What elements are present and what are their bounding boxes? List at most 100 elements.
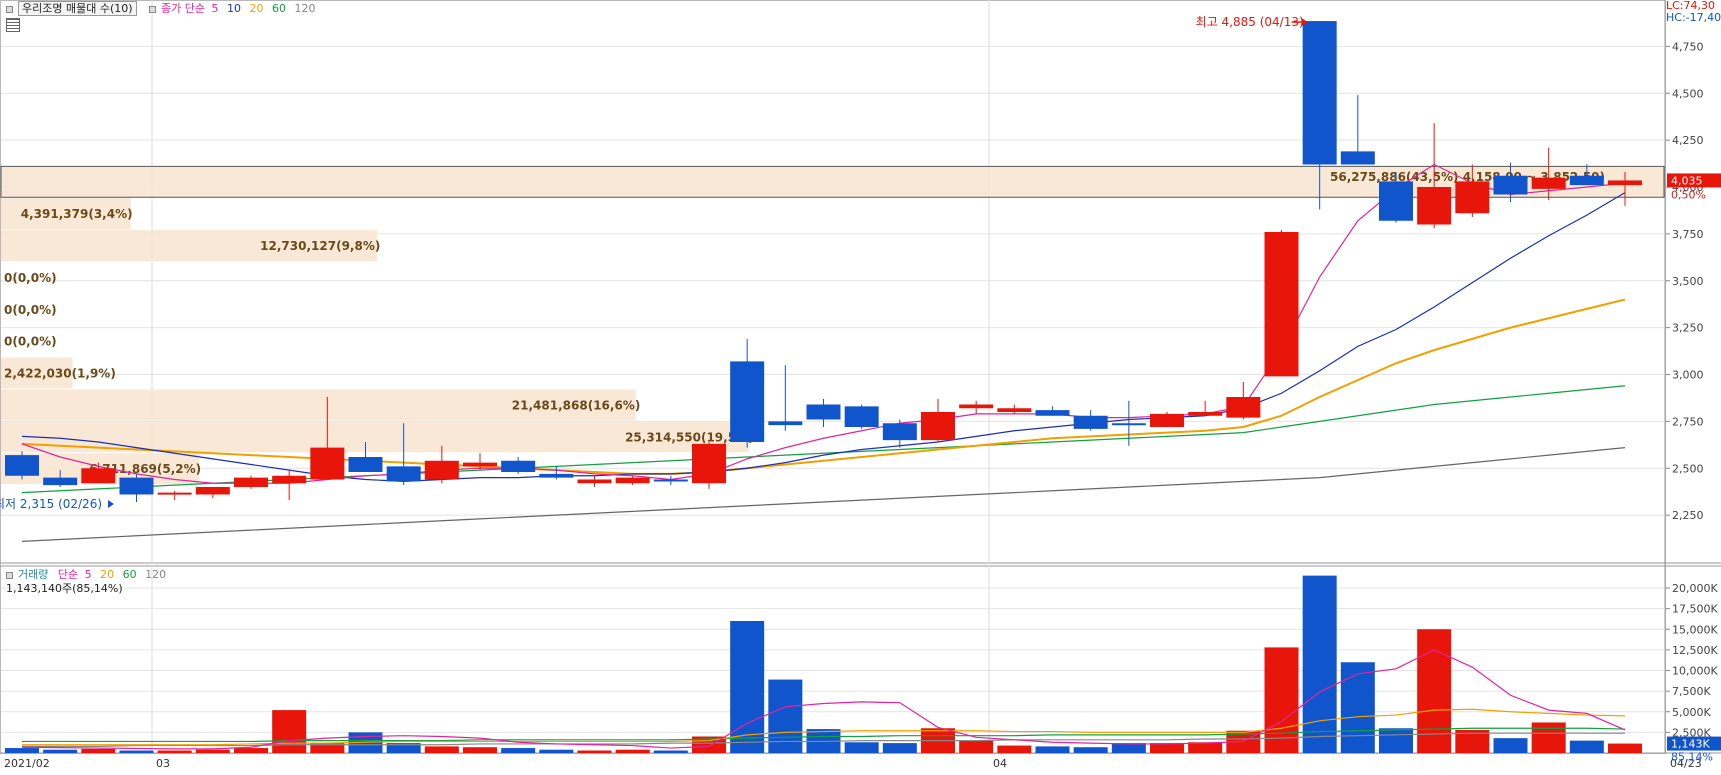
volume-bar: [43, 749, 78, 753]
stock-name[interactable]: 우리조명 매물대 수(10): [18, 1, 137, 16]
candle-body: [692, 443, 726, 484]
volume-bar: [653, 750, 688, 753]
candle-body: [1340, 151, 1375, 165]
volume-tick-label: 10,000K: [1672, 665, 1718, 678]
price-tick-label: 3,250: [1672, 322, 1704, 335]
volume-bar: [844, 742, 879, 753]
candle-body: [1569, 175, 1604, 186]
candle-body: [1035, 410, 1070, 416]
candle-body: [882, 423, 917, 441]
price-tick-label: 3,750: [1672, 228, 1704, 241]
candle-body: [5, 455, 39, 476]
volume-bar: [1111, 743, 1146, 753]
volume-tick-label: 5,000K: [1672, 706, 1711, 719]
candle-body: [424, 460, 459, 480]
candle-body: [81, 468, 116, 484]
price-tick-label: 3,000: [1672, 369, 1704, 382]
current-price-change: 0,50%: [1671, 188, 1706, 201]
volume-bar: [1379, 728, 1413, 753]
ma-title: 종가 단순: [161, 2, 206, 15]
ma-period-120: 120: [294, 2, 316, 15]
hc-label: HC:-17,40: [1666, 11, 1721, 24]
price-tick-label: 2,750: [1672, 415, 1704, 428]
profile-label: 12,730,127(9,8%): [260, 239, 380, 253]
volume-bar: [463, 747, 497, 753]
candle-body: [577, 479, 612, 484]
current-volume-value: 1,143K: [1671, 738, 1710, 751]
candle-body: [1264, 232, 1299, 377]
x-label-april: 04: [993, 757, 1007, 770]
candle-body: [195, 487, 230, 495]
candle-body: [1417, 187, 1452, 225]
candle-body: [1493, 175, 1528, 195]
volume-bar: [615, 749, 650, 753]
volume-bar: [1340, 662, 1375, 753]
profile-label: 0(0,0%): [4, 271, 57, 285]
candle-body: [615, 477, 650, 484]
candle-body: [806, 404, 841, 420]
volume-bar: [997, 745, 1032, 753]
volume-bar: [81, 748, 116, 753]
volume-bars[interactable]: [5, 575, 1642, 753]
ma-toggle-icon[interactable]: [149, 5, 157, 13]
candle-body: [1073, 415, 1108, 429]
volume-current-label: 1,143,140주(85,14%): [6, 582, 123, 595]
volume-bar: [1035, 746, 1070, 753]
low-arrow-head: [108, 499, 114, 508]
profile-label: 4,391,379(3,4%): [21, 207, 133, 221]
volume-tick-label: 12,500K: [1672, 644, 1718, 657]
current-volume-pct: 85,14%: [1671, 751, 1713, 764]
ma-period-60: 60: [272, 2, 287, 15]
volume-bar: [5, 748, 39, 753]
stock-chart[interactable]: 56,275,886(43,5%) 4,158,00 ~ 3,852,50)4,…: [0, 0, 1721, 775]
volume-bar: [157, 750, 192, 753]
volume-bar: [882, 743, 917, 753]
candle-body: [501, 460, 536, 472]
calculator-icon[interactable]: [6, 18, 20, 32]
volume-tick-label: 15,000K: [1672, 623, 1718, 636]
candle-body: [463, 462, 497, 467]
price-tick-label: 2,500: [1672, 462, 1704, 475]
annotations: 최고 4,885 (04/13)최저 2,315 (02/26)LC:74,30…: [0, 0, 1721, 764]
volume-bar: [424, 746, 459, 753]
price-legend: 우리조명 매물대 수(10) 종가 단순 5 10 20 60 120: [6, 0, 321, 16]
volume-bar: [1150, 743, 1184, 753]
candle-body: [310, 447, 345, 480]
price-tick-label: 2,250: [1672, 509, 1704, 522]
profile-label: 0(0,0%): [4, 303, 57, 317]
volume-bar: [959, 740, 994, 753]
candle-body: [1531, 177, 1566, 189]
candle-body: [653, 479, 688, 482]
profile-label: 21,481,868(16,6%): [512, 398, 641, 412]
price-tick-label: 4,250: [1672, 134, 1704, 147]
volume-bar: [1493, 738, 1528, 753]
volume-bar: [119, 750, 154, 753]
candle-body: [1608, 180, 1642, 186]
candle-body: [1150, 413, 1184, 427]
candle-body: [997, 408, 1032, 412]
candle-body: [1188, 412, 1223, 416]
candle-body: [272, 475, 307, 484]
ma-period-20: 20: [249, 2, 264, 15]
candle-body: [1111, 423, 1146, 426]
candle-body: [1455, 181, 1490, 214]
price-tick-label: 4,750: [1672, 40, 1704, 53]
grid: [0, 0, 1721, 754]
candle-body: [1302, 21, 1337, 165]
volume-bar: [1073, 747, 1108, 753]
volume-bar: [539, 749, 574, 753]
volume-tick-label: 20,000K: [1672, 582, 1718, 595]
candle-body: [1226, 397, 1261, 418]
stock-selector-icon[interactable]: [6, 5, 13, 13]
volume-ma-60: 60: [122, 568, 137, 581]
candle-body: [539, 473, 574, 478]
volume-bar: [577, 750, 612, 753]
volume-bar: [730, 621, 765, 753]
candle-body: [234, 477, 268, 487]
volume-toggle-icon[interactable]: [6, 571, 13, 579]
volume-bar: [1531, 722, 1566, 753]
profile-label: 2,422,030(1,9%): [4, 367, 116, 381]
low-price-label: 최저 2,315 (02/26): [0, 497, 102, 511]
x-label-start: 2021/02: [4, 757, 50, 770]
candle-body: [119, 477, 154, 495]
